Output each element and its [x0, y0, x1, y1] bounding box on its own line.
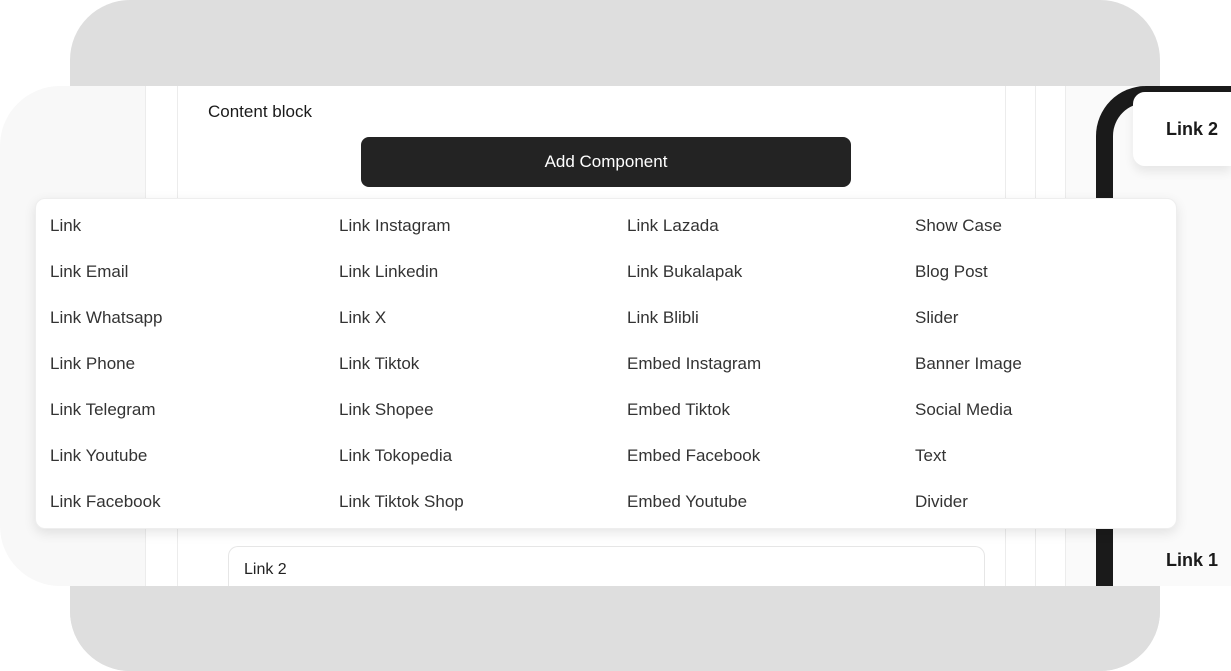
- menu-item[interactable]: Link Tokopedia: [339, 446, 452, 466]
- menu-item[interactable]: Link Instagram: [339, 216, 451, 236]
- menu-item[interactable]: Link Tiktok: [339, 354, 419, 374]
- menu-item[interactable]: Divider: [915, 492, 968, 512]
- component-dropdown: Link Link Email Link Whatsapp Link Phone Lin…: [35, 198, 1177, 529]
- menu-item[interactable]: Link Facebook: [50, 492, 161, 512]
- menu-item[interactable]: Embed Instagram: [627, 354, 761, 374]
- menu-item[interactable]: Link Whatsapp: [50, 308, 162, 328]
- menu-item[interactable]: Link Youtube: [50, 446, 147, 466]
- section-title: Content block: [208, 102, 312, 121]
- menu-item[interactable]: Embed Tiktok: [627, 400, 730, 420]
- menu-item[interactable]: Link Telegram: [50, 400, 156, 420]
- menu-item[interactable]: Show Case: [915, 216, 1002, 236]
- menu-item[interactable]: Link Linkedin: [339, 262, 438, 282]
- menu-item[interactable]: Link Lazada: [627, 216, 719, 236]
- menu-item[interactable]: Link Shopee: [339, 400, 434, 420]
- backdrop-bottom: [70, 586, 1160, 671]
- menu-item[interactable]: Link Phone: [50, 354, 135, 374]
- menu-item[interactable]: Blog Post: [915, 262, 988, 282]
- menu-item[interactable]: Link: [50, 216, 81, 236]
- menu-item[interactable]: Link Email: [50, 262, 128, 282]
- add-component-button[interactable]: Add Component: [361, 137, 851, 187]
- menu-item[interactable]: Text: [915, 446, 946, 466]
- menu-item[interactable]: Embed Facebook: [627, 446, 760, 466]
- menu-item[interactable]: Slider: [915, 308, 958, 328]
- menu-item[interactable]: Social Media: [915, 400, 1012, 420]
- menu-item[interactable]: Link X: [339, 308, 386, 328]
- preview-link-card[interactable]: Link 2: [1133, 92, 1231, 166]
- preview-link-1[interactable]: Link 1: [1166, 550, 1218, 571]
- menu-item[interactable]: Link Bukalapak: [627, 262, 742, 282]
- menu-item[interactable]: Embed Youtube: [627, 492, 747, 512]
- menu-item[interactable]: Banner Image: [915, 354, 1022, 374]
- menu-item[interactable]: Link Blibli: [627, 308, 699, 328]
- menu-item[interactable]: Link Tiktok Shop: [339, 492, 464, 512]
- link-title-input[interactable]: Link 2: [228, 546, 985, 586]
